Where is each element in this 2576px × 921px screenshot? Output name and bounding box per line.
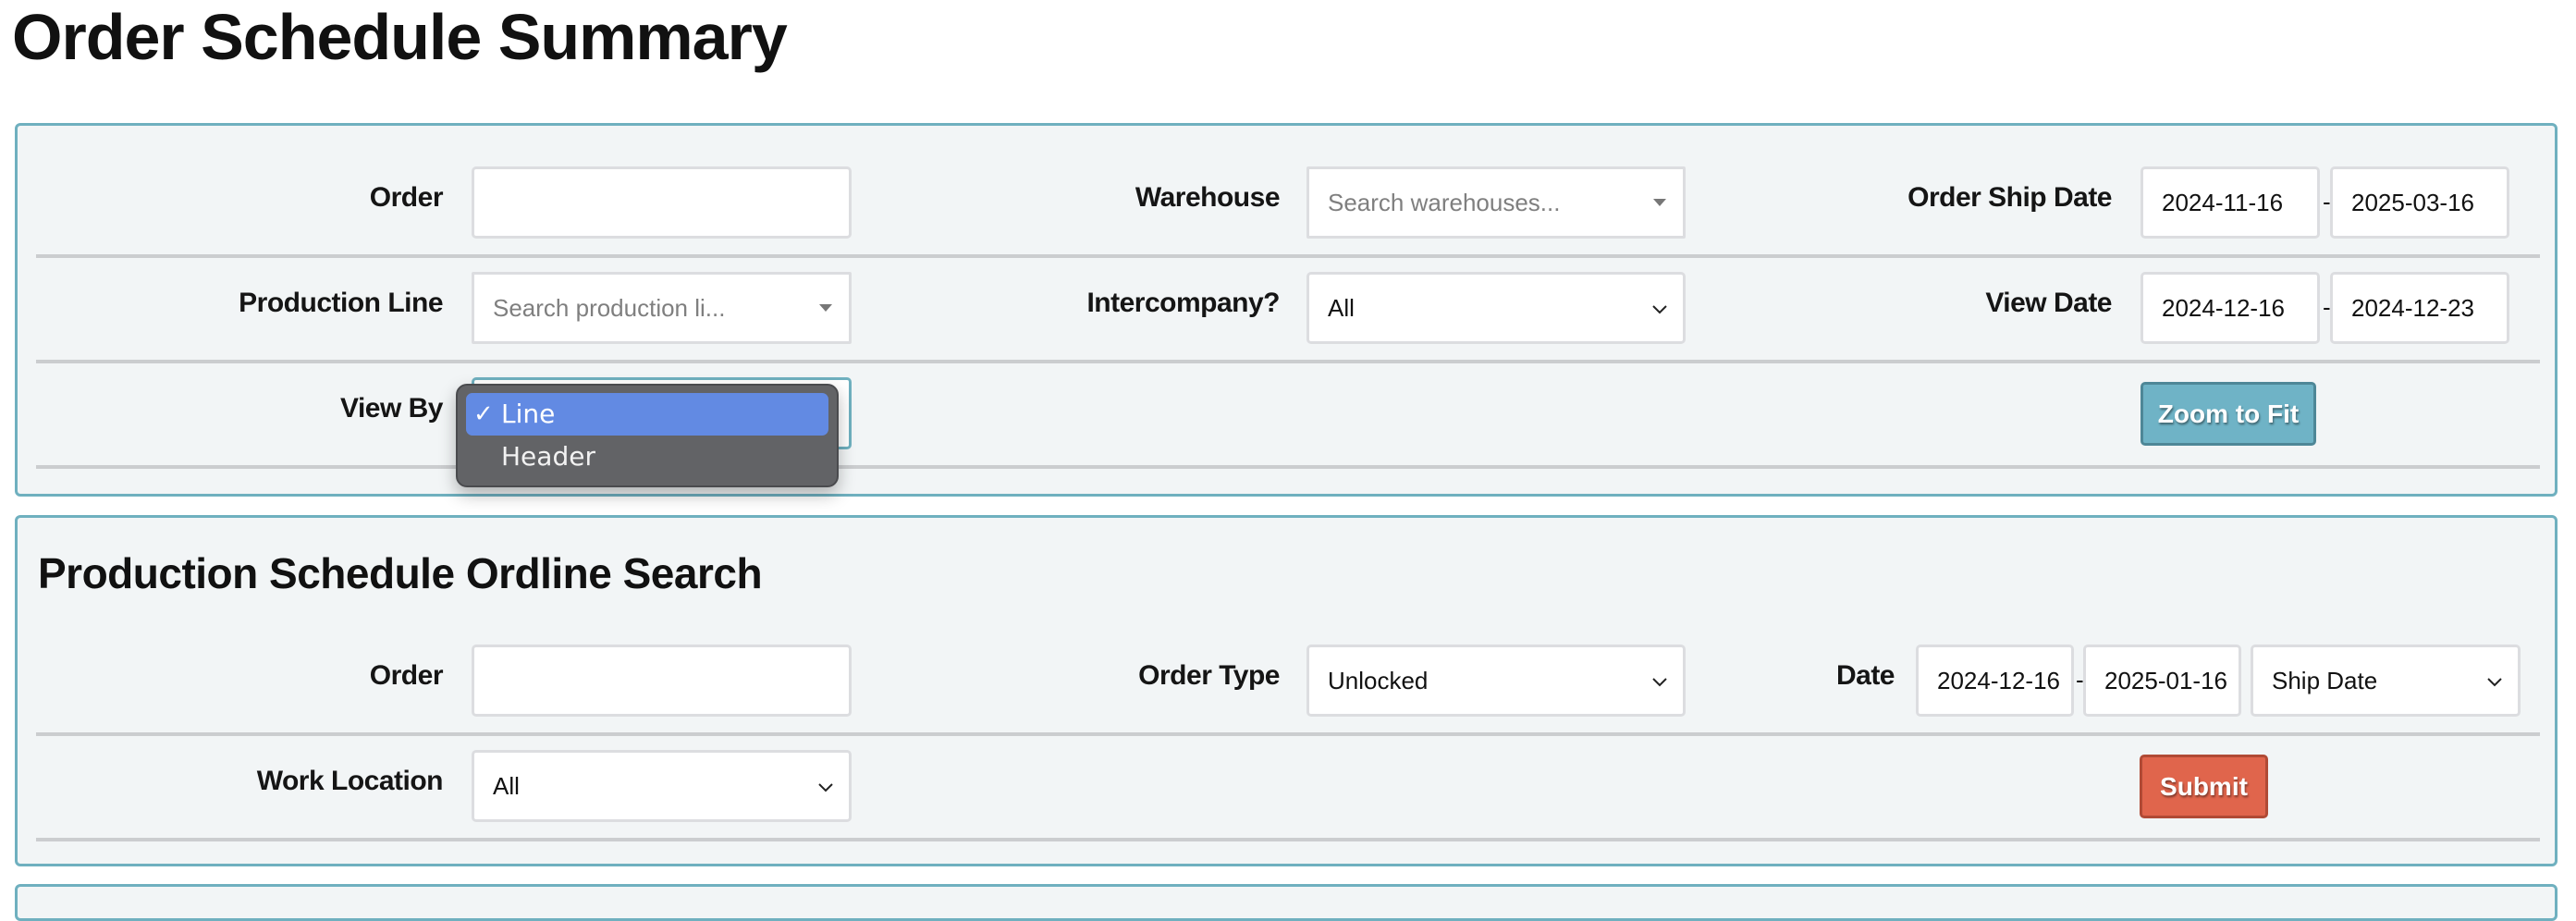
production-line-label: Production Line <box>239 288 443 318</box>
results-panel <box>15 884 2558 921</box>
ordline-order-label: Order <box>369 660 444 691</box>
order-ship-date-to-input[interactable]: 2025-03-16 <box>2330 166 2509 239</box>
section-title: Production Schedule Ordline Search <box>38 549 763 597</box>
view-date-from-input[interactable]: 2024-12-16 <box>2141 272 2320 344</box>
date-type-selected: Ship Date <box>2272 667 2378 694</box>
submit-button[interactable]: Submit <box>2140 755 2268 818</box>
ordline-search-panel: Production Schedule Ordline Search Order… <box>15 515 2558 866</box>
intercompany-label: Intercompany? <box>1086 288 1280 318</box>
row-divider <box>36 360 2540 363</box>
warehouse-placeholder: Search warehouses... <box>1328 189 1561 216</box>
option-label: Line <box>501 399 556 429</box>
production-line-placeholder: Search production li... <box>493 294 726 322</box>
view-by-option-line[interactable]: ✓ Line <box>466 393 828 436</box>
order-type-select[interactable]: Unlocked <box>1306 645 1686 717</box>
date-type-select[interactable]: Ship Date <box>2251 645 2521 717</box>
date-label: Date <box>1835 660 1895 691</box>
page-title: Order Schedule Summary <box>12 1 788 73</box>
work-location-select[interactable]: All <box>472 750 852 822</box>
summary-filter-panel: Order Warehouse Search warehouses... Ord… <box>15 123 2558 497</box>
warehouse-select[interactable]: Search warehouses... <box>1306 166 1686 239</box>
row-divider <box>36 254 2540 258</box>
ordline-date-from-input[interactable]: 2024-12-16 <box>1916 645 2074 717</box>
intercompany-select[interactable]: All <box>1306 272 1686 344</box>
order-ship-date-label: Order Ship Date <box>1907 182 2112 213</box>
chevron-down-icon <box>1652 678 1667 687</box>
chevron-down-icon <box>818 783 833 792</box>
row-divider <box>36 732 2540 736</box>
option-label: Header <box>501 441 595 472</box>
caret-down-icon <box>819 304 832 312</box>
production-line-select[interactable]: Search production li... <box>472 272 852 344</box>
order-label: Order <box>369 182 444 213</box>
order-input[interactable] <box>472 166 852 239</box>
warehouse-label: Warehouse <box>1135 182 1281 213</box>
row-divider <box>36 838 2540 841</box>
view-date-to-input[interactable]: 2024-12-23 <box>2330 272 2509 344</box>
order-type-selected: Unlocked <box>1328 667 1429 694</box>
checkmark-icon: ✓ <box>473 400 494 428</box>
chevron-down-icon <box>1652 305 1667 314</box>
caret-down-icon <box>1653 199 1666 206</box>
ordline-order-input[interactable] <box>472 645 852 717</box>
work-location-label: Work Location <box>256 766 444 796</box>
zoom-to-fit-button[interactable]: Zoom to Fit <box>2141 382 2316 446</box>
view-by-dropdown-menu: ✓ Line Header <box>456 384 839 487</box>
work-location-selected: All <box>493 772 520 800</box>
view-date-label: View Date <box>1985 288 2112 318</box>
row-divider <box>36 465 2540 469</box>
ordline-date-to-input[interactable]: 2025-01-16 <box>2083 645 2241 717</box>
view-by-label: View By <box>339 393 444 424</box>
order-type-label: Order Type <box>1138 660 1280 691</box>
intercompany-selected: All <box>1328 294 1355 322</box>
view-by-option-header[interactable]: Header <box>466 436 828 478</box>
chevron-down-icon <box>2487 678 2502 687</box>
order-ship-date-from-input[interactable]: 2024-11-16 <box>2141 166 2320 239</box>
